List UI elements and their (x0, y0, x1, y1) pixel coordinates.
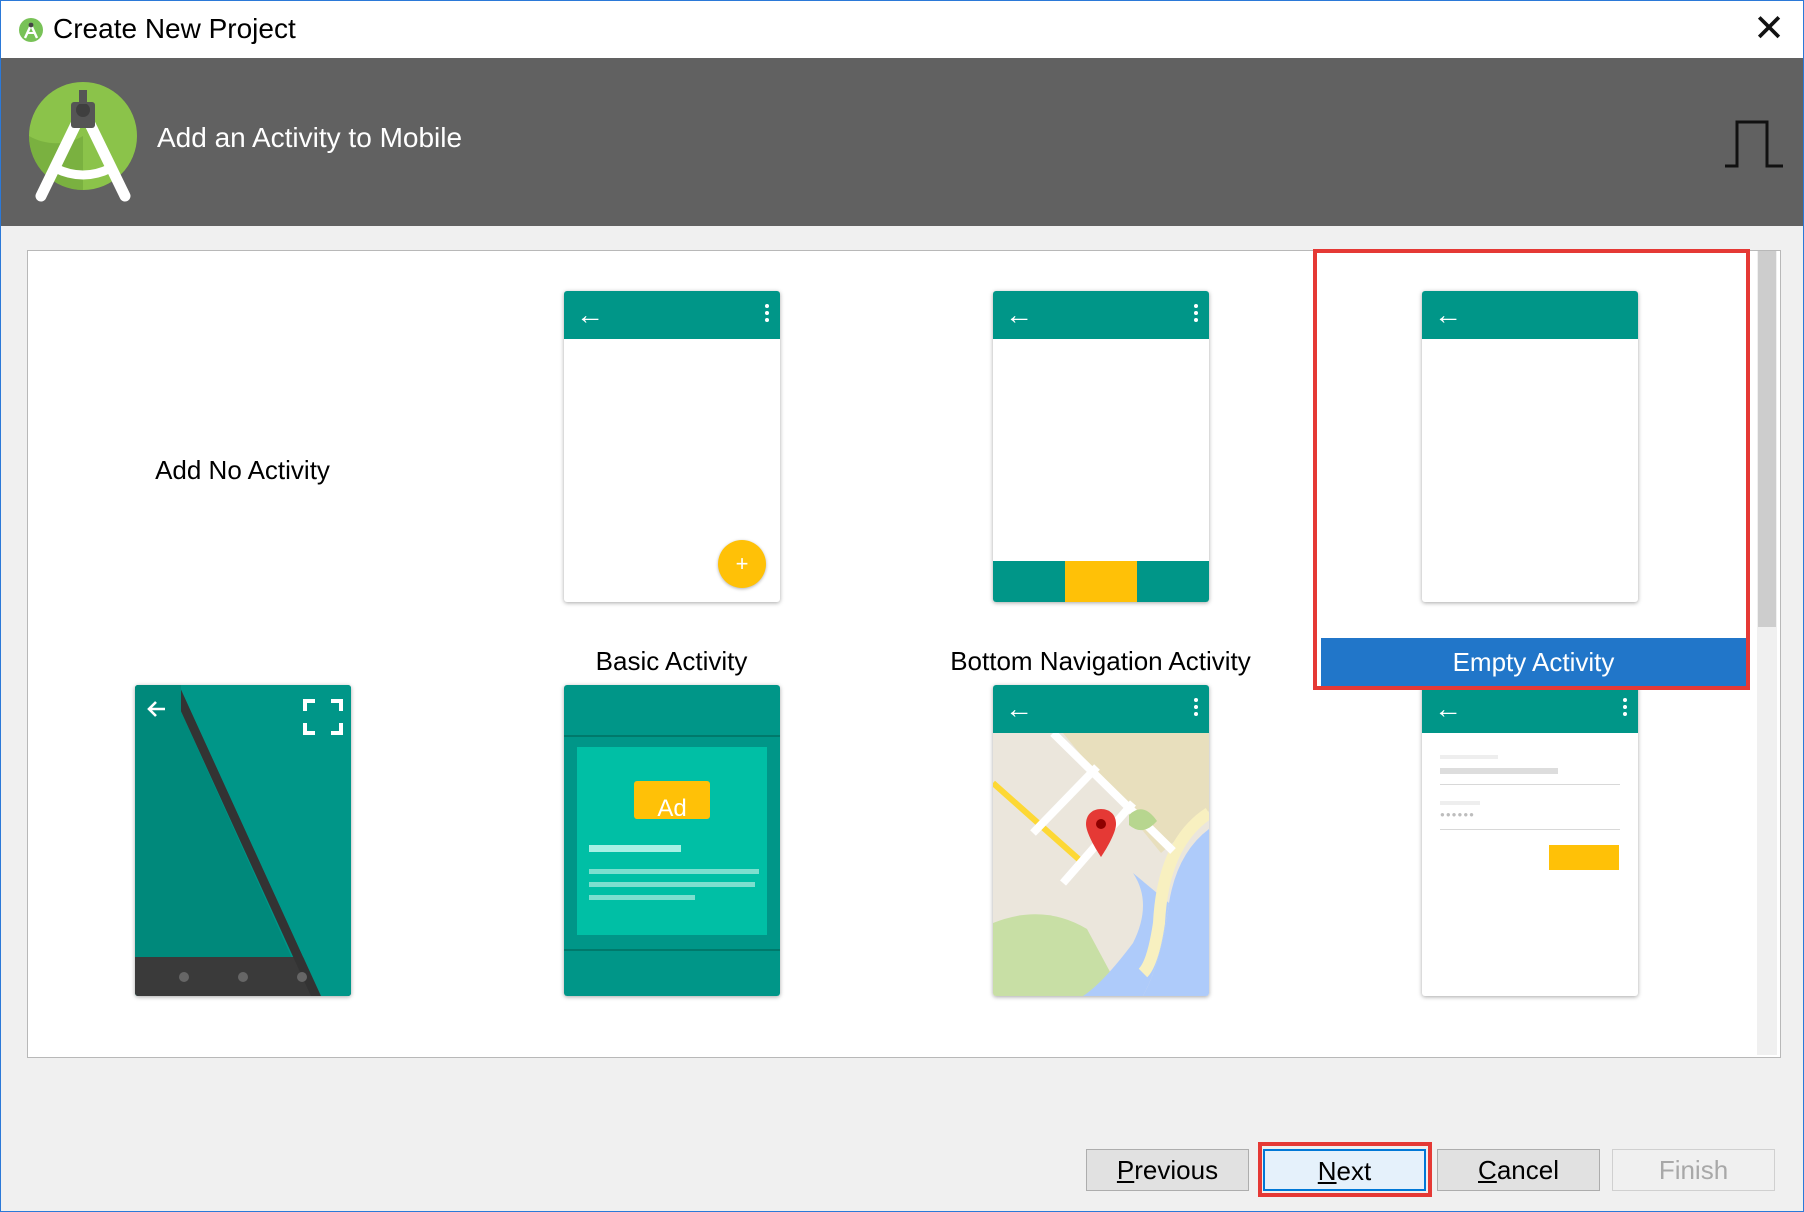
tile-add-no-activity[interactable]: Add No Activity (28, 251, 457, 683)
overflow-menu-icon (764, 304, 770, 326)
email-field-text (1440, 768, 1558, 774)
finish-button[interactable]: Finish (1612, 1149, 1775, 1191)
window-title: Create New Project (53, 13, 296, 44)
tile-label: Add No Activity (155, 455, 330, 485)
gallery-scrollbar[interactable] (1757, 251, 1777, 1055)
basic-activity-preview: ← + (564, 291, 780, 602)
selected-tile-highlight (1313, 249, 1750, 690)
login-preview: ← ●●●●●● (1422, 685, 1638, 996)
password-field-hint (1440, 801, 1480, 805)
overflow-menu-icon (1193, 698, 1199, 720)
tile-label: Basic Activity (595, 646, 748, 676)
back-arrow-icon: ← (576, 299, 604, 330)
previous-button[interactable]: Previous (1086, 1149, 1249, 1191)
overflow-menu-icon (1622, 698, 1628, 720)
title-bar: Create New Project ✕ (1, 1, 1803, 58)
tile-google-maps-activity[interactable]: ← (886, 683, 1315, 1057)
next-button-highlight (1258, 1142, 1432, 1197)
previous-label: revious (1134, 1155, 1219, 1185)
overflow-menu-icon (1193, 304, 1199, 326)
cancel-button[interactable]: Cancel (1437, 1149, 1600, 1191)
map-pin-icon (1086, 809, 1116, 857)
header-title: Add an Activity to Mobile (157, 122, 463, 153)
tile-admob-ads-activity[interactable]: Ad (457, 683, 886, 1057)
android-studio-logo (29, 82, 137, 202)
email-field-underline (1440, 784, 1620, 785)
google-maps-preview: ← (993, 685, 1209, 996)
previous-mnemonic: P (1116, 1155, 1135, 1185)
fab-label: + (735, 551, 749, 576)
tile-basic-activity[interactable]: ← + Basic Activity (457, 251, 886, 683)
email-field-hint (1440, 755, 1498, 759)
close-button[interactable]: ✕ (1747, 7, 1791, 51)
tile-bottom-navigation-activity[interactable]: ← Bottom Navigation Activity (886, 251, 1315, 683)
admob-preview (564, 685, 780, 996)
back-arrow-icon: ← (1434, 693, 1462, 724)
map-illustration (993, 733, 1209, 996)
cancel-label: ancel (1496, 1155, 1559, 1185)
cancel-mnemonic: C (1478, 1155, 1497, 1185)
sign-in-button-preview (1549, 845, 1619, 870)
bottom-nav-selected-item (1065, 561, 1137, 602)
selected-tile-label[interactable]: Empty Activity (1321, 645, 1746, 679)
ad-badge: Ad (657, 795, 687, 822)
bottom-navigation-preview: ← (993, 291, 1209, 602)
fab-icon: + (718, 540, 766, 588)
android-studio-icon (19, 18, 43, 42)
tile-label: Bottom Navigation Activity (950, 646, 1251, 676)
create-new-project-dialog: Create New Project ✕ Add an Activity to … (0, 0, 1804, 1212)
form-factor-icon (1725, 120, 1783, 168)
password-field-underline (1440, 829, 1620, 830)
scrollbar-thumb[interactable] (1758, 251, 1776, 627)
fullscreen-preview (135, 685, 351, 996)
password-field-dots: ●●●●●● (1440, 810, 1475, 819)
tile-login-activity[interactable]: ← ●●●●●● (1315, 683, 1744, 1057)
wizard-header: Add an Activity to Mobile (1, 58, 1803, 226)
back-arrow-icon: ← (1005, 693, 1033, 724)
tile-fullscreen-activity[interactable] (28, 683, 457, 1057)
back-arrow-icon: ← (1005, 299, 1033, 330)
close-icon: ✕ (1753, 8, 1785, 50)
